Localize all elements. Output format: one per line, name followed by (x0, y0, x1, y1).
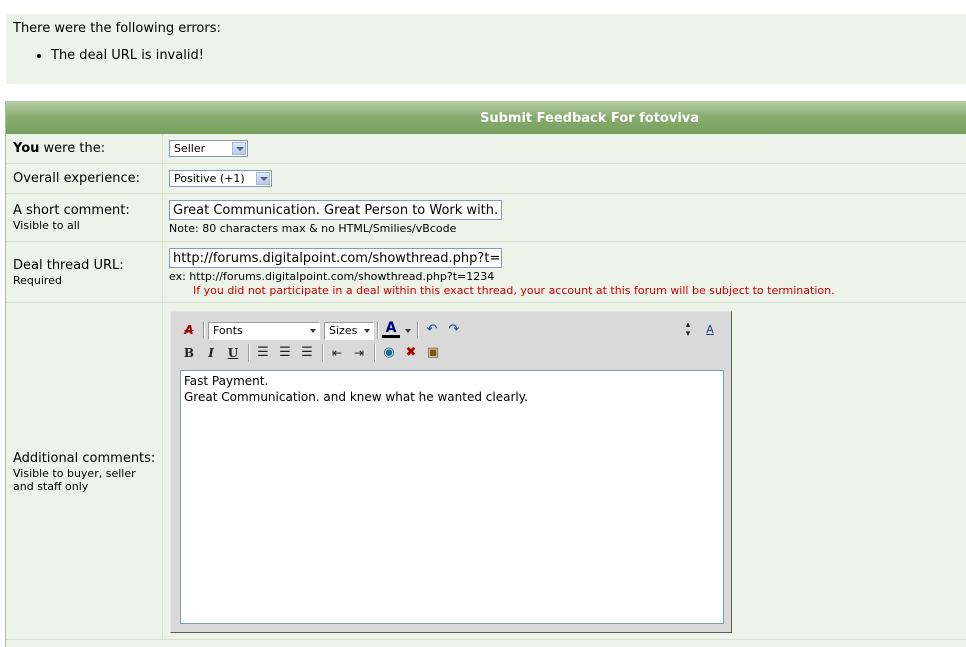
chevron-down-icon[interactable] (232, 142, 246, 155)
underline-button[interactable]: U (224, 344, 242, 362)
short-comment-input[interactable]: Great Communication. Great Person to Wor… (169, 200, 502, 220)
experience-select[interactable]: Positive (+1) (169, 170, 272, 187)
remove-link-icon[interactable]: ✖ (402, 344, 420, 362)
deal-url-sublabel: Required (13, 274, 62, 287)
deal-url-warning: If you did not participate in a deal wit… (193, 284, 835, 297)
switch-mode-icon[interactable]: A (701, 321, 719, 339)
short-comment-note: Note: 80 characters max & no HTML/Smilie… (169, 222, 457, 235)
chevron-down-icon (310, 329, 316, 333)
redo-icon[interactable]: ↷ (445, 321, 463, 339)
error-item: The deal URL is invalid! (51, 48, 204, 64)
role-label: You were the: (13, 141, 106, 156)
deal-url-input[interactable]: http://forums.digitalpoint.com/showthrea… (169, 248, 502, 268)
additional-comments-textarea[interactable]: Fast Payment. Great Communication. and k… (180, 370, 724, 624)
additional-sublabel-1: Visible to buyer, seller (13, 467, 136, 480)
outdent-icon[interactable]: ⇤ (328, 344, 346, 362)
font-color-icon[interactable]: A (382, 320, 400, 338)
undo-icon[interactable]: ↶ (423, 321, 441, 339)
error-title: There were the following errors: (13, 21, 221, 36)
resize-icon[interactable]: ▴ ▾ (679, 321, 697, 339)
row-experience: Overall experience: Positive (+1) (6, 164, 966, 194)
error-list: The deal URL is invalid! (13, 48, 204, 64)
align-right-icon[interactable]: ☰ (298, 344, 316, 362)
insert-image-icon[interactable]: ▣ (424, 344, 442, 362)
short-comment-sublabel: Visible to all (13, 219, 80, 232)
chevron-down-icon[interactable] (256, 172, 270, 185)
chevron-down-icon[interactable] (405, 329, 411, 333)
deal-url-example: ex: http://forums.digitalpoint.com/showt… (169, 270, 495, 283)
additional-sublabel-2: and staff only (13, 480, 89, 493)
align-left-icon[interactable]: ☰ (254, 344, 272, 362)
deal-url-label: Deal thread URL: (13, 258, 124, 273)
additional-label: Additional comments: (13, 451, 156, 466)
align-center-icon[interactable]: ☰ (276, 344, 294, 362)
remove-format-icon[interactable]: A (180, 321, 198, 339)
wysiwyg-editor: A Fonts Sizes A ↶ ↷ ▴ ▾ A B I U ☰ ☰ ☰ ⇤ … (170, 311, 732, 633)
short-comment-label: A short comment: (13, 203, 130, 218)
font-select[interactable]: Fonts (208, 322, 320, 340)
chevron-down-icon (364, 329, 370, 333)
feedback-form: Submit Feedback For fotoviva You were th… (5, 101, 966, 647)
row-additional-comments: Additional comments: Visible to buyer, s… (6, 303, 966, 640)
error-panel: There were the following errors: The dea… (6, 14, 966, 84)
size-select[interactable]: Sizes (324, 322, 374, 340)
role-select[interactable]: Seller (169, 140, 248, 157)
experience-label: Overall experience: (13, 171, 141, 186)
form-header: Submit Feedback For fotoviva (6, 102, 966, 134)
form-title: Submit Feedback For fotoviva (480, 111, 700, 126)
row-deal-url: Deal thread URL: Required http://forums.… (6, 242, 966, 303)
row-role: You were the: Seller (6, 134, 966, 164)
insert-link-icon[interactable]: ◉ (380, 344, 398, 362)
bold-button[interactable]: B (180, 344, 198, 362)
indent-icon[interactable]: ⇥ (350, 344, 368, 362)
row-short-comment: A short comment: Visible to all Great Co… (6, 194, 966, 242)
italic-button[interactable]: I (202, 344, 220, 362)
